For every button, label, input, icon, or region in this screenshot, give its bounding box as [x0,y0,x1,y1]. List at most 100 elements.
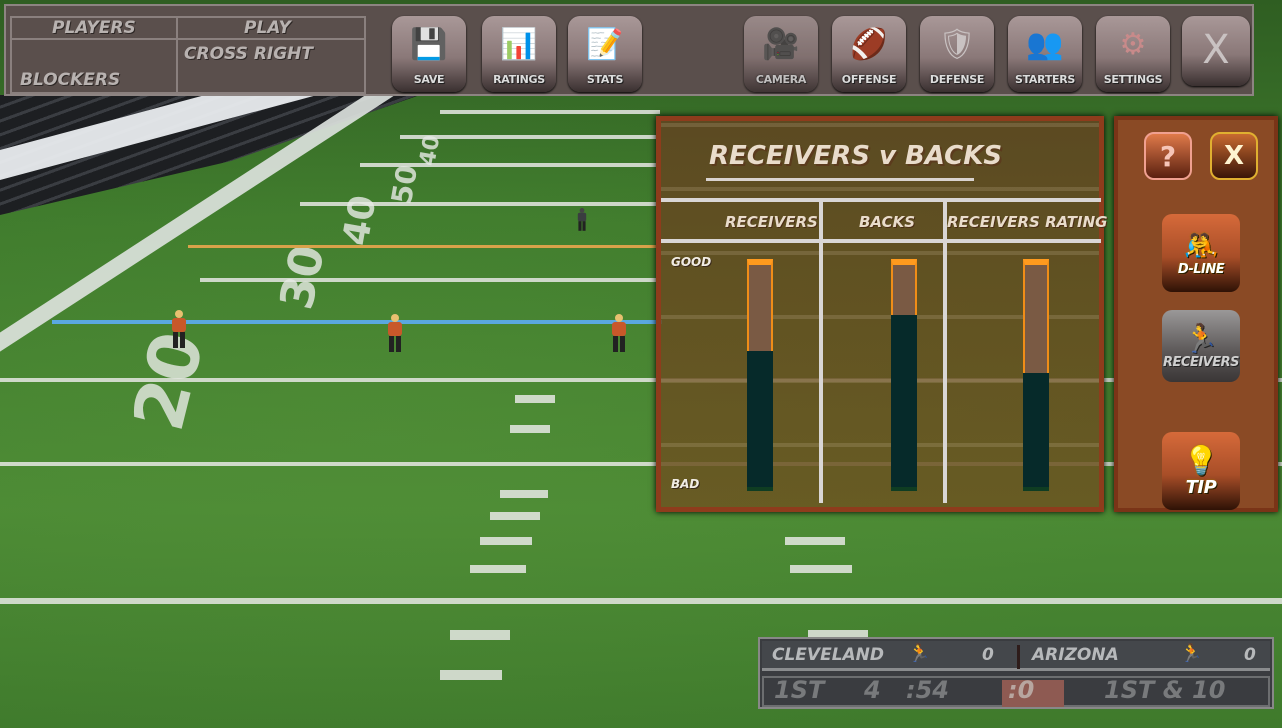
bar-fill-receivers [747,350,773,491]
hash-mark [490,512,540,520]
away-team-player-icon: 🏃 [1180,643,1203,664]
panel-title: RECEIVERS v BACKS [709,141,1003,171]
offense-button[interactable]: 🏈 OFFENSE [832,16,906,92]
defense-label: DEFENSE [929,73,985,86]
running-receiver-icon: 🏃 [1183,321,1219,355]
grid-line [943,199,947,503]
defense-button[interactable]: 🛡 DEFENSE [920,16,994,92]
floppy-disk-icon: 💾 [410,26,448,62]
camera-icon: 🎥 [762,26,800,62]
team-lineup-icon: 👥 [1026,26,1064,62]
bar-fill-receivers-rating [1023,373,1049,491]
home-team-player-icon: 🏃 [908,643,931,664]
yard-number: 50 [384,162,425,207]
hash-mark [440,670,502,680]
hash-mark [510,425,550,433]
camera-label: CAMERA [755,73,807,86]
hash-mark [470,565,526,573]
hash-mark [515,395,555,403]
stats-label: STATS [586,73,624,86]
close-x-icon: X [1223,141,1245,171]
column-header-receivers: RECEIVERS [725,213,818,231]
quarter: 1ST [774,676,825,704]
title-underline [706,178,974,181]
hash-mark [785,537,845,545]
close-button[interactable]: X [1182,16,1250,86]
line-of-scrimmage [52,320,662,324]
bar-receivers-rating [1023,259,1049,491]
bar-receivers [747,259,773,491]
down-and-distance: 1ST & 10 [1104,676,1226,704]
score-row: CLEVELAND 🏃 0 ARIZONA 🏃 0 [762,641,1270,671]
yard-number: 40 [335,192,385,249]
starters-button[interactable]: 👥 STARTERS [1008,16,1082,92]
help-button[interactable]: ? [1144,132,1192,180]
game-clock-seconds: :54 [906,676,949,704]
hash-mark [450,630,510,640]
top-toolbar: PLAYERS PLAY BLOCKERS CROSS RIGHT 💾 SAVE… [4,4,1254,96]
offense-player[interactable] [612,314,626,354]
home-team-name: CLEVELAND [772,645,885,665]
team-divider [1017,645,1020,669]
players-header: PLAYERS [52,18,136,38]
clock-row: 1ST 4 :54 :0 1ST & 10 [762,676,1270,707]
grid-line [819,199,823,503]
players-value: BLOCKERS [20,70,121,90]
yard-line [440,110,660,114]
receivers-label: RECEIVERS [1163,354,1239,370]
bar-fill-backs [891,314,917,491]
linemen-icon: 🤼 [1183,228,1219,262]
yard-line [0,598,1282,604]
camera-button[interactable]: 🎥 CAMERA [744,16,818,92]
home-team-score: 0 [982,645,994,665]
grid-line [661,239,1101,243]
yard-number: 30 [268,240,336,314]
defense-player-icon: 🛡 [937,26,977,62]
scale-bad-label: BAD [671,477,700,491]
offense-player[interactable] [388,314,402,354]
close-panel-button[interactable]: X [1210,132,1258,180]
yard-number: 40 [415,133,446,168]
offense-player-icon: 🏈 [850,26,888,62]
game-clock-minutes: 4 [864,676,881,704]
play-info-table: PLAYERS PLAY BLOCKERS CROSS RIGHT [10,16,366,94]
tip-button[interactable]: 💡 TIP [1162,432,1240,510]
table-divider [12,38,364,40]
away-team-score: 0 [1244,645,1256,665]
save-button[interactable]: 💾 SAVE [392,16,466,92]
defense-player[interactable] [577,208,587,232]
settings-button[interactable]: ⚙ SETTINGS [1096,16,1170,92]
notepad-pen-icon: 📝 [586,26,624,62]
save-label: SAVE [413,73,445,86]
stats-button[interactable]: 📝 STATS [568,16,642,92]
play-clock: :0 [1008,676,1035,704]
receivers-button[interactable]: 🏃 RECEIVERS [1162,310,1240,382]
offense-label: OFFENSE [841,73,897,86]
settings-label: SETTINGS [1103,73,1163,86]
scale-good-label: GOOD [671,255,712,269]
d-line-button[interactable]: 🤼 D-LINE [1162,214,1240,292]
yard-line [200,278,660,282]
close-x-icon: X [1202,27,1230,73]
scoreboard: CLEVELAND 🏃 0 ARIZONA 🏃 0 1ST 4 :54 :0 1… [758,637,1274,709]
question-mark-icon: ? [1159,139,1177,173]
offense-player[interactable] [172,310,186,350]
receivers-v-backs-panel: RECEIVERS v BACKS RECEIVERS BACKS RECEIV… [656,116,1108,512]
ratings-label: RATINGS [493,73,545,86]
bar-backs [891,259,917,491]
hash-mark [790,565,852,573]
play-header: PLAY [244,18,291,38]
column-header-receivers-rating: RECEIVERS RATING [947,213,1108,231]
table-divider [176,18,178,92]
side-panel: ? X 🤼 D-LINE 🏃 RECEIVERS 💡 TIP [1114,116,1278,512]
ratings-button[interactable]: 📊 RATINGS [482,16,556,92]
grid-line [661,198,1101,202]
first-down-line [188,245,658,248]
gear-icon: ⚙ [1119,26,1147,62]
yard-number: 20 [117,323,221,439]
hash-mark [480,537,532,545]
hash-mark [500,490,548,498]
lightbulb-icon: 💡 [1183,443,1219,477]
d-line-label: D-LINE [1177,261,1225,277]
play-value: CROSS RIGHT [184,44,314,64]
